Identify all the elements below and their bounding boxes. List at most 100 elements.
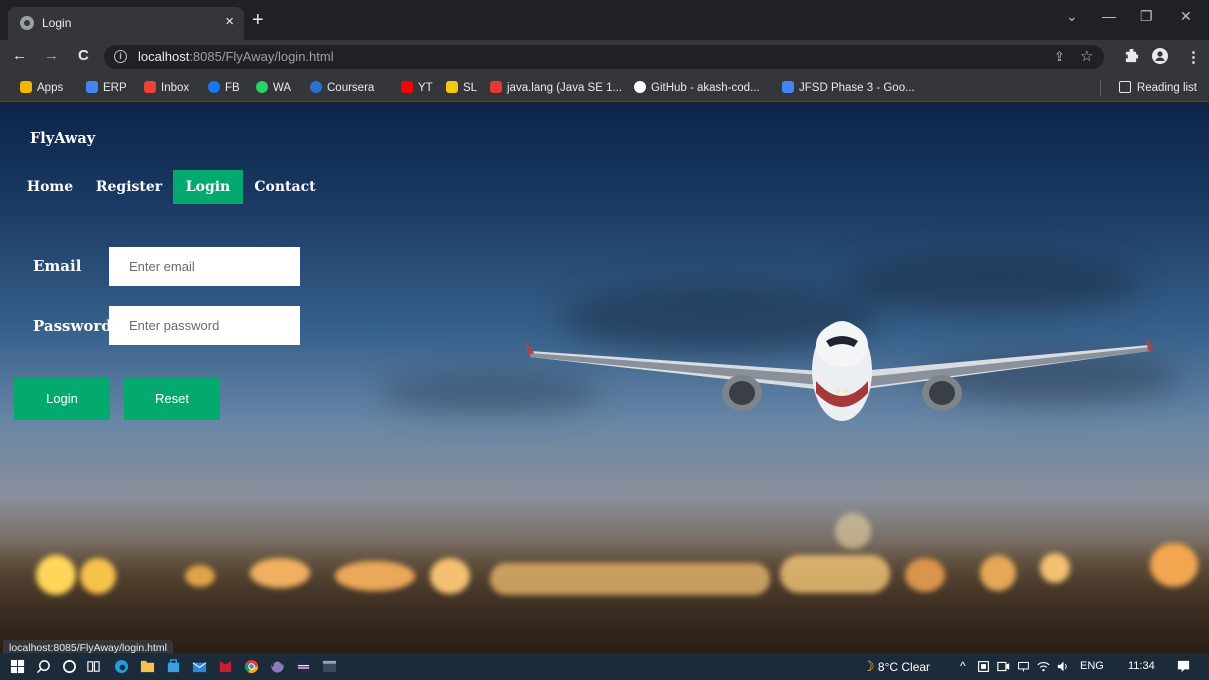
bokeh-light	[980, 555, 1016, 591]
runway-ground	[0, 543, 1209, 653]
eclipse-icon[interactable]	[270, 659, 285, 674]
menu-icon[interactable]: ⋮	[1186, 48, 1201, 66]
bokeh-light	[1150, 543, 1198, 587]
bokeh-light	[1040, 553, 1070, 583]
bookmarks-bar: Apps ERP Inbox FB WA Coursera YT SL java…	[0, 74, 1209, 102]
windows-start-icon[interactable]	[10, 659, 25, 674]
gmail-icon	[144, 81, 156, 93]
cortana-icon[interactable]	[62, 659, 77, 674]
login-button[interactable]: Login	[14, 378, 110, 420]
weather-text: 8°C Clear	[877, 660, 931, 674]
tab-title: Login	[42, 16, 72, 30]
reading-list-label: Reading list	[1136, 82, 1197, 94]
site-brand[interactable]: FlyAway	[30, 130, 95, 147]
bokeh-light	[490, 563, 770, 595]
star-icon[interactable]: ☆	[1080, 47, 1093, 65]
erp-icon	[86, 81, 98, 93]
globe-icon	[20, 16, 34, 30]
network-icon[interactable]	[1017, 660, 1030, 673]
info-icon[interactable]: i	[114, 50, 127, 63]
nav-login[interactable]: Login	[173, 170, 243, 204]
browser-tab[interactable]: Login ×	[8, 7, 244, 40]
browser-toolbar: ← → C i localhost:8085/FlyAway/login.htm…	[0, 40, 1209, 74]
volume-icon[interactable]	[1057, 660, 1070, 673]
close-window-button[interactable]: ✕	[1180, 8, 1192, 25]
bookmark-erp[interactable]: ERP	[86, 80, 127, 96]
reset-button[interactable]: Reset	[124, 378, 220, 420]
bookmark-label: GitHub - akash-cod...	[651, 82, 760, 94]
oracle-icon	[490, 81, 502, 93]
link-status-bar: localhost:8085/FlyAway/login.html	[3, 640, 173, 653]
bokeh-light	[80, 558, 116, 594]
password-field[interactable]	[109, 306, 300, 345]
app-tray-icon[interactable]	[977, 660, 990, 673]
share-icon[interactable]: ⇪	[1054, 49, 1065, 65]
address-bar[interactable]: i localhost:8085/FlyAway/login.html ⇪ ☆	[104, 45, 1104, 69]
bokeh-light	[185, 565, 215, 587]
page-viewport: FlyAway Home Register Login Contact Emai…	[0, 103, 1209, 653]
language-indicator[interactable]: ENG	[1080, 659, 1104, 674]
nav-register[interactable]: Register	[93, 170, 165, 204]
search-icon[interactable]	[36, 659, 51, 674]
bokeh-light	[835, 513, 871, 549]
task-view-icon[interactable]	[86, 659, 101, 674]
airplane-image	[526, 321, 1154, 421]
restore-button[interactable]: ❐	[1140, 8, 1153, 25]
bookmark-yt[interactable]: YT	[401, 80, 433, 96]
bookmark-label: Inbox	[161, 82, 190, 94]
url-host: localhost	[138, 49, 190, 64]
terminal-icon[interactable]	[322, 659, 337, 674]
nav-contact[interactable]: Contact	[250, 170, 320, 204]
chrome-icon[interactable]	[244, 659, 259, 674]
new-tab-button[interactable]: +	[252, 10, 264, 30]
bookmark-label: java.lang (Java SE 1...	[507, 82, 623, 94]
wifi-icon[interactable]	[1037, 660, 1050, 673]
clock[interactable]: 11:34	[1128, 659, 1155, 674]
bookmark-label: Apps	[37, 82, 64, 94]
bookmark-label: WA	[273, 82, 292, 94]
minimize-button[interactable]: —	[1102, 8, 1116, 24]
bokeh-light	[780, 555, 890, 593]
youtube-icon	[401, 81, 413, 93]
reading-list-icon	[1118, 81, 1131, 93]
url-text[interactable]: localhost:8085/FlyAway/login.html	[138, 49, 334, 64]
notifications-icon[interactable]	[1176, 659, 1191, 674]
forward-button[interactable]: →	[44, 48, 59, 64]
sl-icon	[446, 81, 458, 93]
nav-home[interactable]: Home	[24, 170, 76, 204]
eclipse-ide-icon[interactable]	[296, 659, 311, 674]
reading-list-button[interactable]: Reading list	[1118, 80, 1197, 96]
back-button[interactable]: ←	[12, 48, 27, 64]
bookmark-sl[interactable]: SL	[446, 80, 477, 96]
bookmark-coursera[interactable]: Coursera	[310, 80, 374, 96]
email-label: Email	[33, 257, 82, 275]
close-tab-icon[interactable]: ×	[225, 13, 234, 30]
url-path: :8085/FlyAway/login.html	[189, 49, 334, 64]
weather-widget[interactable]: ☽ 8°C Clear	[862, 659, 930, 675]
show-hidden-icons[interactable]: ^	[960, 659, 966, 674]
mail-icon[interactable]	[192, 659, 207, 674]
bokeh-light	[36, 555, 76, 595]
reload-button[interactable]: C	[78, 48, 89, 64]
moon-icon: ☽	[862, 658, 875, 674]
bookmark-wa[interactable]: WA	[256, 80, 291, 96]
edge-icon[interactable]	[114, 659, 129, 674]
extensions-icon[interactable]	[1124, 48, 1139, 67]
bookmark-java-lang[interactable]: java.lang (Java SE 1...	[490, 80, 622, 96]
bokeh-light	[905, 558, 945, 592]
tab-search-icon[interactable]: ⌄	[1066, 8, 1078, 25]
bookmark-inbox[interactable]: Inbox	[144, 80, 189, 96]
bookmark-label: SL	[463, 82, 478, 94]
bookmark-apps[interactable]: Apps	[20, 80, 63, 96]
meet-now-icon[interactable]	[997, 660, 1010, 673]
bookmark-jfsd[interactable]: JFSD Phase 3 - Goo...	[782, 80, 915, 96]
mcafee-icon[interactable]	[218, 659, 233, 674]
bookmark-fb[interactable]: FB	[208, 80, 240, 96]
file-explorer-icon[interactable]	[140, 659, 155, 674]
email-field[interactable]	[109, 247, 300, 286]
bookmarks-separator	[1100, 80, 1101, 96]
bookmark-github[interactable]: GitHub - akash-cod...	[634, 80, 760, 96]
bokeh-light	[335, 561, 415, 591]
profile-icon[interactable]	[1152, 48, 1168, 68]
store-icon[interactable]	[166, 659, 181, 674]
